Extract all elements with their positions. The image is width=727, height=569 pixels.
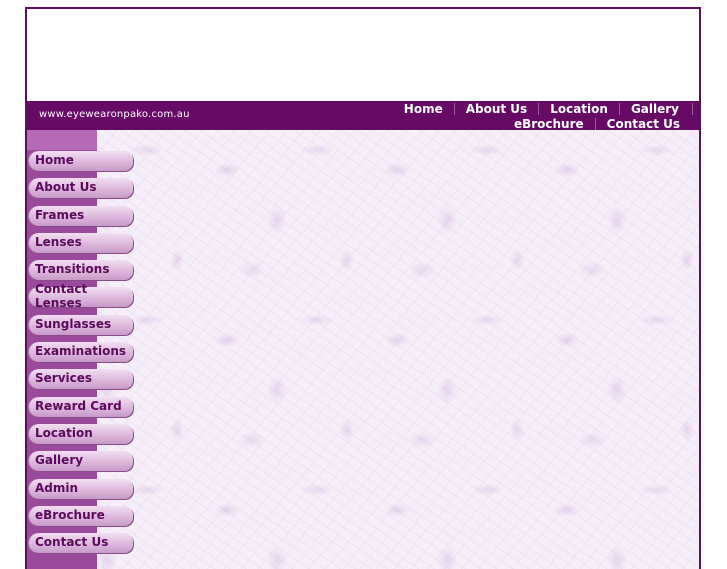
side-menu-label: eBrochure xyxy=(35,507,105,522)
side-menu-label: Contact Us xyxy=(35,535,109,550)
side-menu-transitions[interactable]: Transitions xyxy=(29,260,133,281)
side-menu-label: Services xyxy=(35,371,93,386)
side-menu-home[interactable]: Home xyxy=(29,151,133,171)
side-menu-label: Location xyxy=(35,425,93,440)
nav-separator xyxy=(538,103,540,115)
nav-separator xyxy=(618,103,620,115)
side-menu-label: Reward Card xyxy=(35,398,122,413)
side-menu-services[interactable]: Services xyxy=(29,369,133,390)
side-menu-examinations[interactable]: Examinations xyxy=(29,342,133,363)
side-menu-reward-card[interactable]: Reward Card xyxy=(29,396,133,417)
page-frame: www.eyewearonpako.com.au Home About Us Loc… xyxy=(25,7,701,569)
side-menu-label: Transitions xyxy=(35,262,110,277)
side-menu-label: Home xyxy=(35,153,74,167)
top-nav-contact-us[interactable]: Contact Us xyxy=(607,117,680,131)
side-menu-label: Contact Lenses xyxy=(35,282,88,311)
left-column-header xyxy=(27,130,97,150)
side-menu-label: Gallery xyxy=(35,453,84,468)
side-menu-label: Lenses xyxy=(35,234,82,249)
top-nav-row-2: eBrochure Contact Us xyxy=(365,116,695,131)
top-nav-ebrochure[interactable]: eBrochure xyxy=(514,117,584,131)
top-nav-row-1: Home About Us Location Gallery xyxy=(365,101,695,116)
top-bar: www.eyewearonpako.com.au Home About Us Loc… xyxy=(27,101,699,131)
top-nav-gallery[interactable]: Gallery xyxy=(631,102,679,116)
side-menu-admin[interactable]: Admin xyxy=(29,478,133,499)
side-menu-label: Admin xyxy=(35,480,79,495)
side-menu-contact-us[interactable]: Contact Us xyxy=(29,533,133,554)
side-menu-frames[interactable]: Frames xyxy=(29,205,133,226)
nav-separator xyxy=(453,103,455,115)
side-menu-label: About Us xyxy=(35,180,97,195)
site-url: www.eyewearonpako.com.au xyxy=(39,109,190,120)
side-menu-label: Sunglasses xyxy=(35,316,112,331)
nav-separator xyxy=(594,118,596,130)
side-menu-about-us[interactable]: About Us xyxy=(29,178,133,199)
content-area: Home About Us Frames Lenses Transitions … xyxy=(27,130,699,569)
nav-separator xyxy=(692,103,693,115)
side-menu: Home About Us Frames Lenses Transitions … xyxy=(29,151,139,560)
side-menu-lenses[interactable]: Lenses xyxy=(29,232,133,253)
header-banner xyxy=(27,9,699,101)
side-menu-location[interactable]: Location xyxy=(29,423,133,444)
side-menu-ebrochure[interactable]: eBrochure xyxy=(29,505,133,526)
side-menu-label: Frames xyxy=(35,207,85,222)
side-menu-gallery[interactable]: Gallery xyxy=(29,451,133,472)
top-nav-about-us[interactable]: About Us xyxy=(466,102,527,116)
top-nav: Home About Us Location Gallery eBrochure Con… xyxy=(365,101,695,131)
side-menu-contact-lenses[interactable]: Contact Lenses xyxy=(29,282,133,310)
side-menu-label: Examinations xyxy=(35,344,127,359)
top-nav-location[interactable]: Location xyxy=(550,102,608,116)
top-nav-home[interactable]: Home xyxy=(404,102,443,116)
side-menu-sunglasses[interactable]: Sunglasses xyxy=(29,314,133,335)
